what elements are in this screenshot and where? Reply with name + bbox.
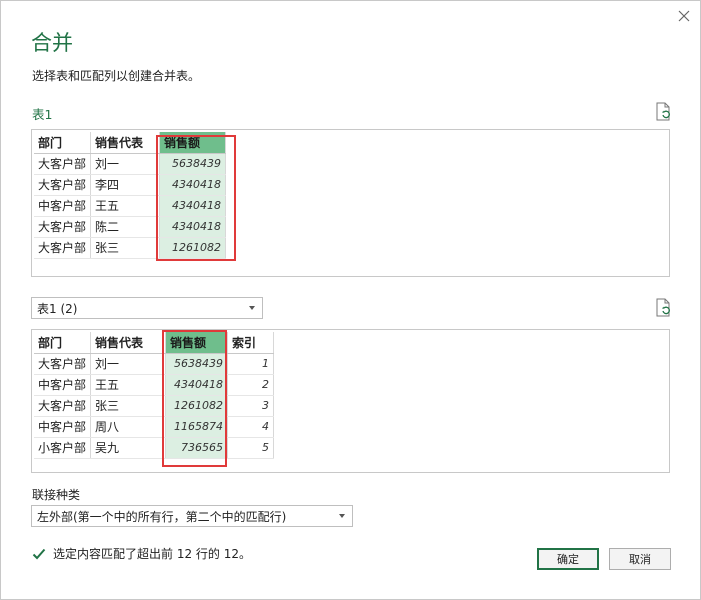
table-cell: 4340418 [165,374,229,396]
table-cell: 1 [227,353,275,375]
table-cell: 5 [227,437,275,459]
table-row: 中客户部 王五 4340418 [34,195,227,217]
table-cell: 大客户部 [34,353,92,375]
table1-grid: 部门 销售代表 销售额 大客户部 刘一 5638439 大客户部 李四 4340… [34,132,227,259]
table-cell: 张三 [90,395,167,417]
table1-refresh-button[interactable] [655,102,673,122]
refresh-file-icon [656,102,670,121]
table-cell: 大客户部 [34,174,92,196]
table-cell: 中客户部 [34,195,92,217]
table-cell: 大客户部 [34,237,92,259]
close-button[interactable] [674,6,694,26]
join-kind-select[interactable]: 左外部(第一个中的所有行，第二个中的匹配行) [31,505,353,527]
table-cell: 4 [227,416,275,438]
table2-col-header[interactable]: 部门 [34,332,92,354]
table2-col-header-selected[interactable]: 销售额 [165,332,229,354]
table-cell: 4340418 [159,174,227,196]
table-cell: 王五 [90,374,167,396]
table-cell: 大客户部 [34,395,92,417]
cancel-button[interactable]: 取消 [609,548,671,570]
table-cell: 5638439 [165,353,229,375]
table-row: 小客户部 吴九 736565 5 [34,437,275,459]
table-cell: 4340418 [159,216,227,238]
table-cell: 1165874 [165,416,229,438]
table1-label: 表1 [32,107,53,122]
table2-select[interactable]: 表1 (2) [31,297,263,319]
table-row: 大客户部 刘一 5638439 1 [34,353,275,375]
table2-refresh-button[interactable] [655,298,673,318]
table-cell: 王五 [90,195,161,217]
table-row: 中客户部 周八 1165874 4 [34,416,275,438]
table1-col-header[interactable]: 部门 [34,132,92,154]
table-cell: 刘一 [90,353,167,375]
join-kind-label: 联接种类 [32,488,81,502]
close-icon [678,10,690,22]
table2-select-value: 表1 (2) [37,301,78,316]
table-cell: 4340418 [159,195,227,217]
table-cell: 1261082 [165,395,229,417]
join-kind-value: 左外部(第一个中的所有行，第二个中的匹配行) [37,509,287,524]
table2-grid: 部门 销售代表 销售额 索引 大客户部 刘一 5638439 1 中客户部 王五… [34,332,275,459]
table-cell: 2 [227,374,275,396]
table-cell: 中客户部 [34,374,92,396]
table-cell: 吴九 [90,437,167,459]
table-cell: 大客户部 [34,216,92,238]
refresh-file-icon [656,298,670,317]
dialog-subtitle: 选择表和匹配列以创建合并表。 [32,69,201,83]
table2-header-row: 部门 销售代表 销售额 索引 [34,332,275,354]
match-status: 选定内容匹配了超出前 12 行的 12。 [32,545,251,562]
table-cell: 736565 [165,437,229,459]
table-row: 大客户部 张三 1261082 3 [34,395,275,417]
table-cell: 张三 [90,237,161,259]
table-cell: 小客户部 [34,437,92,459]
table2-col-header[interactable]: 销售代表 [90,332,167,354]
table-cell: 大客户部 [34,153,92,175]
table-row: 大客户部 刘一 5638439 [34,153,227,175]
table-cell: 周八 [90,416,167,438]
table-cell: 李四 [90,174,161,196]
dialog-title: 合并 [31,31,73,55]
table2-col-header[interactable]: 索引 [227,332,275,354]
table-row: 大客户部 张三 1261082 [34,237,227,259]
table-cell: 1261082 [159,237,227,259]
table1-header-row: 部门 销售代表 销售额 [34,132,227,154]
chevron-down-icon [249,306,255,310]
table-cell: 3 [227,395,275,417]
table-cell: 中客户部 [34,416,92,438]
check-icon [32,548,46,560]
table1-col-header[interactable]: 销售代表 [90,132,161,154]
table-cell: 陈二 [90,216,161,238]
merge-dialog: 合并 选择表和匹配列以创建合并表。 表1 部门 销售代表 销售额 大客户部 刘一 [0,0,701,600]
table-row: 大客户部 李四 4340418 [34,174,227,196]
table-cell: 5638439 [159,153,227,175]
table-cell: 刘一 [90,153,161,175]
table1-col-header-selected[interactable]: 销售额 [159,132,227,154]
table-row: 大客户部 陈二 4340418 [34,216,227,238]
table2-preview: 部门 销售代表 销售额 索引 大客户部 刘一 5638439 1 中客户部 王五… [31,329,670,473]
match-status-text: 选定内容匹配了超出前 12 行的 12。 [53,547,251,561]
ok-button[interactable]: 确定 [537,548,599,570]
table-row: 中客户部 王五 4340418 2 [34,374,275,396]
table1-preview: 部门 销售代表 销售额 大客户部 刘一 5638439 大客户部 李四 4340… [31,129,670,277]
chevron-down-icon [339,514,345,518]
